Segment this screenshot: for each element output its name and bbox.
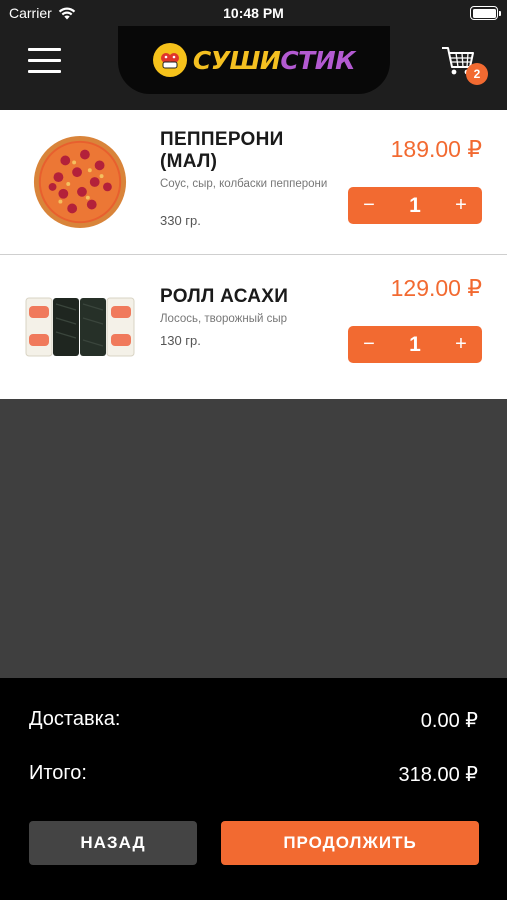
sushi-roll-image xyxy=(22,277,138,377)
delivery-row: Доставка: 0.00 ₽ xyxy=(29,708,478,733)
item-name: РОЛЛ АСАХИ xyxy=(160,286,288,308)
item-description: Лосось, творожный сыр xyxy=(160,313,287,325)
battery-icon xyxy=(470,6,501,20)
logo-word-2: СТИК xyxy=(280,45,356,75)
menu-line-icon xyxy=(28,48,61,51)
item-price: 189.00 ₽ xyxy=(390,136,482,162)
item-weight: 330 гр. xyxy=(160,213,201,228)
status-bar: Carrier 10:48 PM xyxy=(0,0,507,26)
total-value: 318.00 ₽ xyxy=(398,764,478,786)
increase-quantity-button[interactable]: + xyxy=(440,326,482,363)
item-name-line: РОЛЛ АСАХИ xyxy=(160,286,289,307)
decrease-quantity-button[interactable]: − xyxy=(348,326,390,363)
logo-wordmark: СУШИСТИК xyxy=(192,45,356,75)
back-button[interactable]: НАЗАД xyxy=(29,821,197,865)
logo-mascot-icon xyxy=(152,43,187,77)
quantity-stepper: − 1 + xyxy=(348,187,482,224)
delivery-value: 0.00 ₽ xyxy=(420,710,478,732)
cart-item: ПЕППЕРОНИ (МАЛ) Соус, сыр, колбаски пепп… xyxy=(0,110,507,255)
logo-word-1: СУШИ xyxy=(192,45,281,75)
delivery-label: Доставка: xyxy=(29,708,121,730)
item-name: ПЕППЕРОНИ (МАЛ) xyxy=(160,129,284,173)
decrease-quantity-button[interactable]: − xyxy=(348,187,390,224)
quantity-value: 1 xyxy=(409,332,421,356)
item-name-line: ПЕППЕРОНИ xyxy=(160,129,284,150)
total-row: Итого: 318.00 ₽ xyxy=(29,762,478,787)
pizza-image xyxy=(22,132,138,232)
cart-button[interactable]: 2 xyxy=(440,43,490,85)
item-price: 129.00 ₽ xyxy=(390,275,482,301)
continue-button[interactable]: ПРОДОЛЖИТЬ xyxy=(221,821,479,865)
cart-item-list: ПЕППЕРОНИ (МАЛ) Соус, сыр, колбаски пепп… xyxy=(0,110,507,399)
increase-quantity-button[interactable]: + xyxy=(440,187,482,224)
item-description: Соус, сыр, колбаски пепперони xyxy=(160,178,328,190)
logo[interactable]: СУШИСТИК xyxy=(118,26,390,94)
quantity-value: 1 xyxy=(409,193,421,217)
hamburger-menu-button[interactable] xyxy=(28,48,61,74)
menu-line-icon xyxy=(28,59,61,62)
order-summary: Доставка: 0.00 ₽ Итого: 318.00 ₽ НАЗАД П… xyxy=(0,678,507,900)
cart-count-badge: 2 xyxy=(466,63,488,85)
quantity-stepper: − 1 + xyxy=(348,326,482,363)
cart-item: РОЛЛ АСАХИ Лосось, творожный сыр 130 гр.… xyxy=(0,255,507,399)
item-weight: 130 гр. xyxy=(160,333,201,348)
item-name-line: (МАЛ) xyxy=(160,151,218,172)
app-header: СУШИСТИК 2 xyxy=(0,26,507,110)
status-time: 10:48 PM xyxy=(223,5,284,21)
menu-line-icon xyxy=(28,70,61,73)
total-label: Итого: xyxy=(29,762,87,784)
